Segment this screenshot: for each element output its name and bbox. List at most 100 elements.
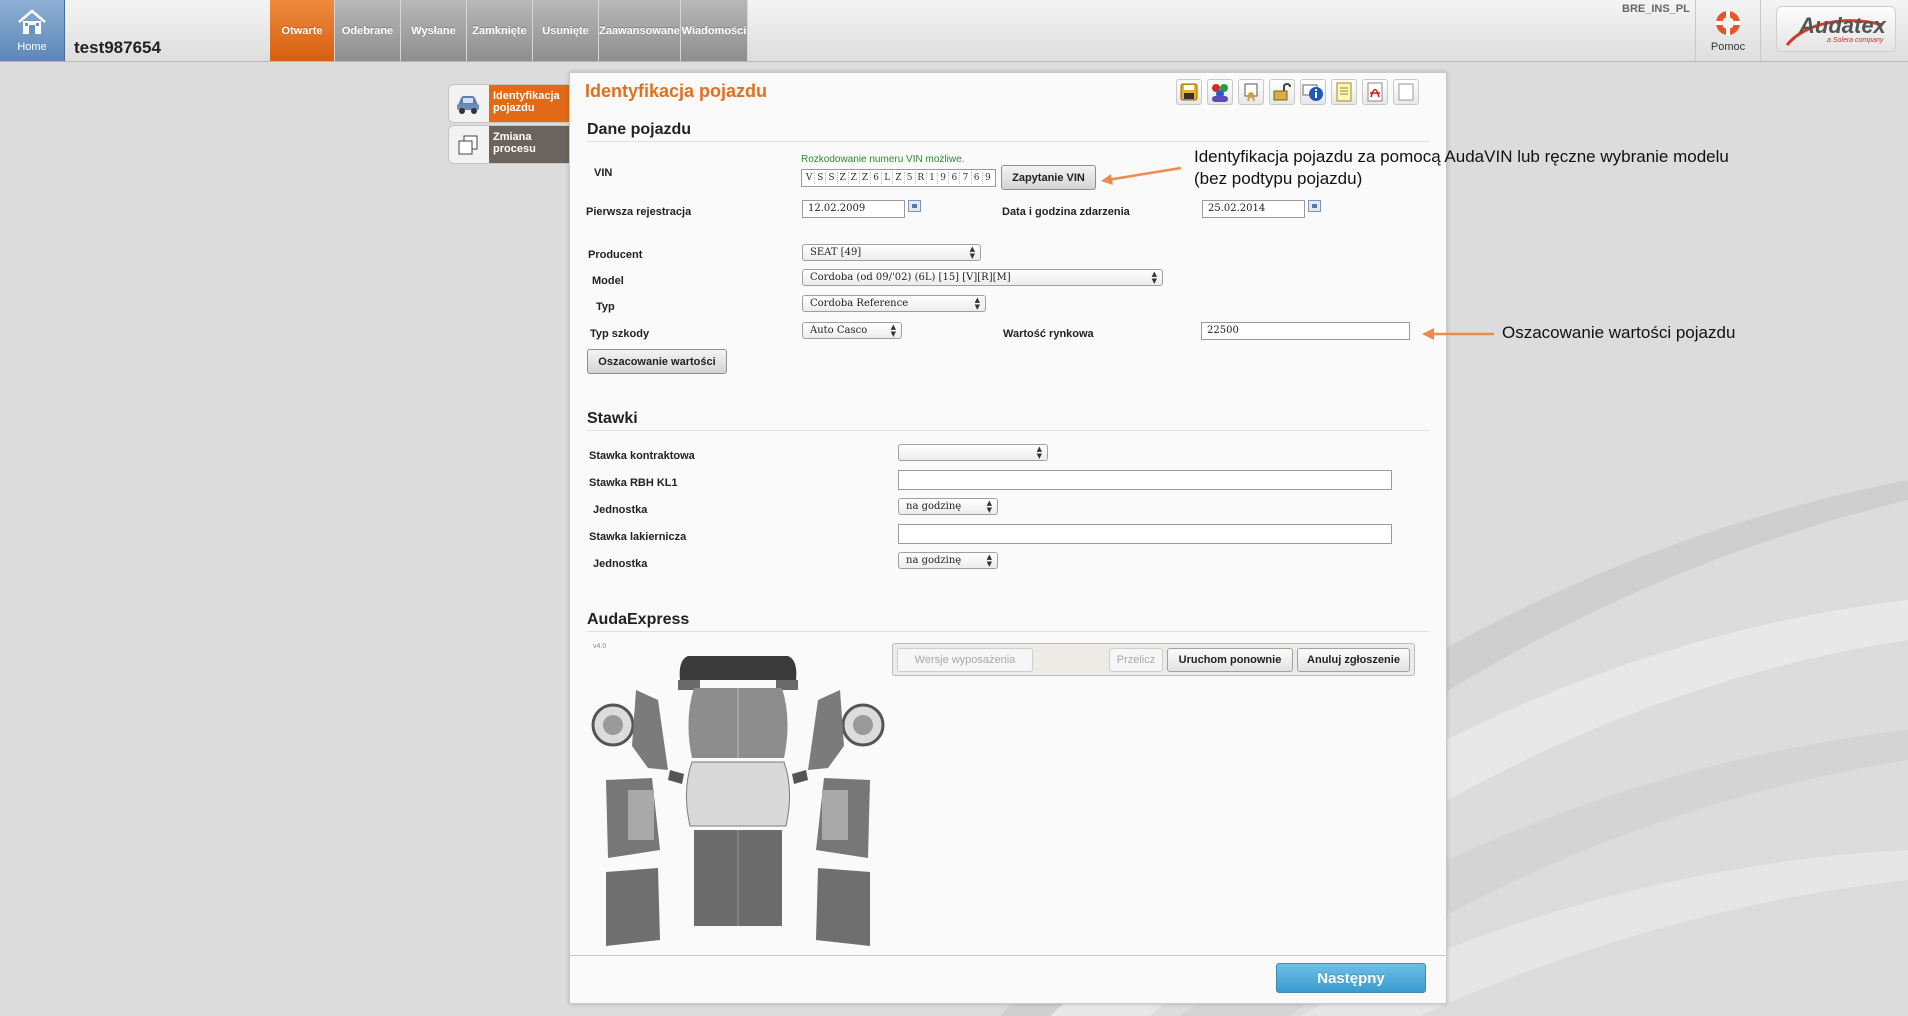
tab-usuniete[interactable]: Usunięte xyxy=(533,0,599,61)
audaexpress-toolbar: Wersje wyposażenia Przelicz Uruchom pono… xyxy=(892,643,1415,676)
contract-rate-label: Stawka kontraktowa xyxy=(589,450,695,462)
vin-input[interactable]: V S S Z Z Z 6 L Z 5 R 1 9 6 7 6 9 xyxy=(801,169,996,187)
vin-char: 1 xyxy=(927,172,939,184)
vin-annotation-text-line1: Identyfikacja pojazdu za pomocą AudaVIN … xyxy=(1194,147,1729,166)
producer-label: Producent xyxy=(588,249,643,261)
recalculate-button[interactable]: Przelicz xyxy=(1109,648,1163,672)
damage-type-select[interactable]: Auto Casco ▲ ▼ xyxy=(802,322,902,339)
vin-char: 9 xyxy=(938,172,950,184)
vin-char: Z xyxy=(838,172,849,184)
unit-value: na godzinę xyxy=(906,501,962,512)
process-side-tabs: Identyfikacja pojazdu Zmiana procesu xyxy=(448,84,579,166)
lifebuoy-icon xyxy=(1716,11,1740,35)
next-button[interactable]: Następny xyxy=(1276,963,1426,993)
help-button[interactable]: Pomoc xyxy=(1695,0,1761,61)
damage-type-label: Typ szkody xyxy=(590,328,650,340)
tab-odebrane[interactable]: Odebrane xyxy=(335,0,401,61)
front-bumper-part xyxy=(679,656,797,680)
calendar-icon[interactable] xyxy=(1308,200,1321,212)
vin-char: V xyxy=(804,172,816,184)
tab-otwarte[interactable]: Otwarte xyxy=(270,0,335,61)
top-bar: Home test987654 Otwarte Odebrane Wysłane… xyxy=(0,0,1908,62)
home-button[interactable]: Home xyxy=(0,0,65,61)
paint-rate-input[interactable] xyxy=(898,524,1392,544)
producer-select[interactable]: SEAT [49] ▲ ▼ xyxy=(802,244,981,261)
right-rear-door-part xyxy=(816,868,870,946)
tab-wiadomosci[interactable]: Wiadomości xyxy=(681,0,748,61)
type-select[interactable]: Cordoba Reference ▲ ▼ xyxy=(802,295,986,312)
type-value: Cordoba Reference xyxy=(810,298,909,309)
vin-char: L xyxy=(882,172,894,184)
vin-decoding-note: Rozkodowanie numeru VIN możliwe. xyxy=(801,154,965,165)
vin-annotation-arrow xyxy=(1101,166,1182,185)
home-label: Home xyxy=(17,41,47,53)
model-select[interactable]: Cordoba (od 09/'02) (6L) [15] [V][R][M] … xyxy=(802,269,1163,286)
vehicle-parts-diagram[interactable] xyxy=(588,650,888,950)
equipment-versions-button[interactable]: Wersje wyposażenia xyxy=(897,648,1033,672)
footer-divider xyxy=(570,955,1446,956)
blank-page-button[interactable] xyxy=(1393,79,1419,105)
vin-char: 5 xyxy=(905,172,916,184)
section-divider xyxy=(587,430,1429,431)
vin-char: Z xyxy=(893,172,905,184)
vin-label: VIN xyxy=(594,167,613,179)
select-arrows-icon: ▲ ▼ xyxy=(890,323,896,338)
unlock-button[interactable] xyxy=(1269,79,1295,105)
select-arrows-icon: ▲ ▼ xyxy=(986,499,992,514)
notes-icon xyxy=(1336,82,1352,102)
notes-button[interactable] xyxy=(1331,79,1357,105)
audatex-logo: Audatex a Solera company xyxy=(1776,6,1896,52)
select-arrows-icon: ▲ ▼ xyxy=(969,245,975,260)
model-label: Model xyxy=(592,275,624,287)
type-label: Typ xyxy=(596,301,615,313)
copy-process-icon xyxy=(458,135,478,155)
users-button[interactable] xyxy=(1207,79,1233,105)
section-title-audaexpress: AudaExpress xyxy=(587,611,690,628)
rbh-rate-input[interactable] xyxy=(898,470,1392,490)
users-icon xyxy=(1212,84,1228,102)
market-value-input[interactable]: 22500 xyxy=(1201,322,1410,340)
save-button[interactable] xyxy=(1176,79,1202,105)
vin-annotation-text-line2: (bez podtypu pojazdu) xyxy=(1194,169,1363,188)
environment-code: BRE_INS_PL xyxy=(1622,3,1690,15)
toolbar xyxy=(1176,79,1419,105)
info-icon xyxy=(1302,84,1323,101)
restart-button[interactable]: Uruchom ponownie xyxy=(1167,648,1293,672)
logo-subtitle: a Solera company xyxy=(1827,37,1884,44)
rbh-rate-label: Stawka RBH KL1 xyxy=(589,477,678,489)
contract-rate-select[interactable]: ▲ ▼ xyxy=(898,444,1048,461)
unit-select-rbh[interactable]: na godzinę ▲ ▼ xyxy=(898,498,998,515)
certificate-icon xyxy=(1244,83,1258,102)
value-annotation-arrow xyxy=(1422,328,1494,340)
vin-query-button[interactable]: Zapytanie VIN xyxy=(1001,165,1096,190)
unit-value: na godzinę xyxy=(906,555,962,566)
pdf-button[interactable] xyxy=(1362,79,1388,105)
logo-text: Audatex xyxy=(1799,13,1886,38)
audaexpress-version: v4.0 xyxy=(593,643,607,650)
tab-zamkniete[interactable]: Zamknięte xyxy=(467,0,533,61)
tab-zaawansowane[interactable]: Zaawansowane xyxy=(599,0,681,61)
first-registration-input[interactable]: 12.02.2009 xyxy=(802,200,905,218)
unit-label: Jednostka xyxy=(593,558,648,570)
side-tab-vehicle-identification[interactable]: Identyfikacja pojazdu xyxy=(448,84,579,123)
select-arrows-icon: ▲ ▼ xyxy=(986,553,992,568)
unit-select-paint[interactable]: na godzinę ▲ ▼ xyxy=(898,552,998,569)
certificate-button[interactable] xyxy=(1238,79,1264,105)
calendar-icon[interactable] xyxy=(908,200,921,212)
left-front-fender-part xyxy=(632,690,668,770)
section-title-vehicle-data: Dane pojazdu xyxy=(587,121,692,138)
cancel-report-button[interactable]: Anuluj zgłoszenie xyxy=(1297,648,1410,672)
estimate-value-button[interactable]: Oszacowanie wartości xyxy=(587,349,727,374)
info-button[interactable] xyxy=(1300,79,1326,105)
side-tab-process-change[interactable]: Zmiana procesu xyxy=(448,125,569,164)
tab-wyslane[interactable]: Wysłane xyxy=(401,0,467,61)
select-arrows-icon: ▲ ▼ xyxy=(1036,445,1042,460)
windshield-part xyxy=(685,761,791,827)
paint-rate-label: Stawka lakiernicza xyxy=(589,531,687,543)
vin-char: S xyxy=(815,172,827,184)
section-divider xyxy=(587,141,1429,142)
help-label: Pomoc xyxy=(1710,41,1746,53)
vin-char: 7 xyxy=(960,172,972,184)
nav-tabs: Otwarte Odebrane Wysłane Zamknięte Usuni… xyxy=(270,0,748,61)
event-date-input[interactable]: 25.02.2014 xyxy=(1202,200,1305,218)
